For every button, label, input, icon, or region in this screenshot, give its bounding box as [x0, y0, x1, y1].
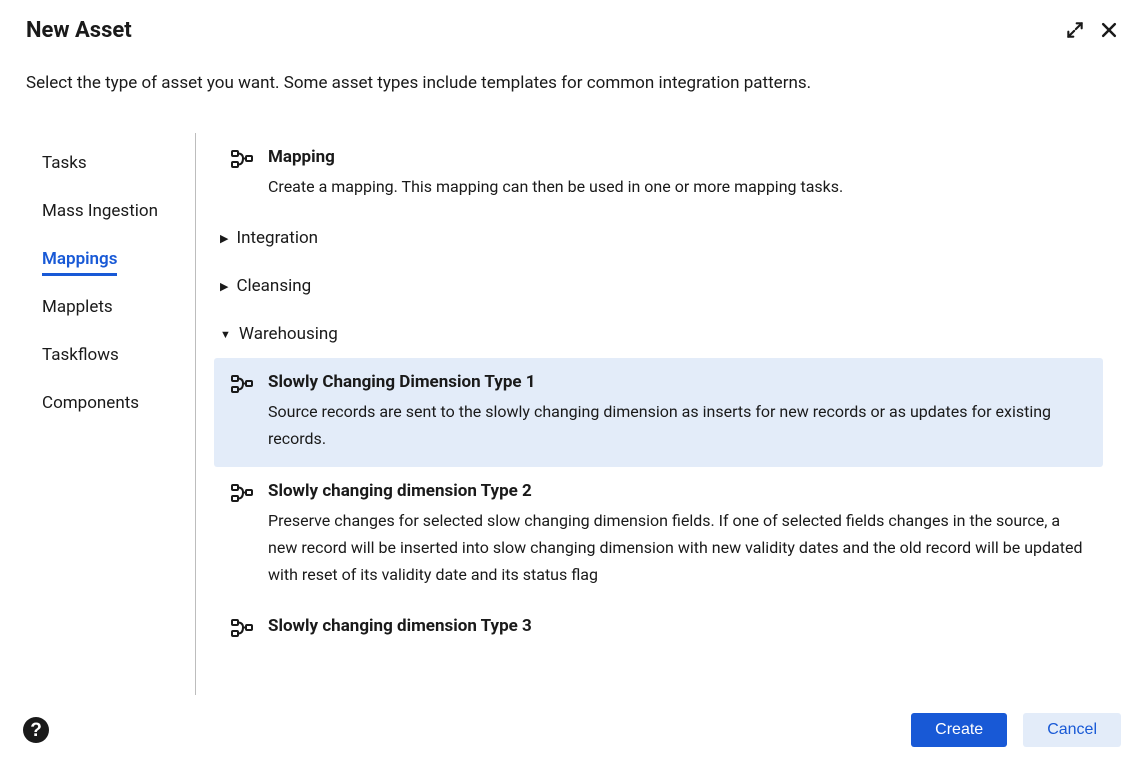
section-label: Warehousing — [239, 324, 338, 344]
asset-item-text: Slowly changing dimension Type 2 Preserv… — [268, 481, 1087, 589]
dialog-header: New Asset — [0, 0, 1143, 43]
mapping-icon — [230, 149, 254, 173]
asset-item-title: Slowly changing dimension Type 2 — [268, 481, 1087, 501]
new-asset-dialog: New Asset Select the type of asset you w… — [0, 0, 1143, 765]
svg-text:?: ? — [30, 720, 42, 741]
section-label: Integration — [236, 228, 318, 248]
footer-buttons: Create Cancel — [911, 713, 1121, 747]
sidebar-item-components[interactable]: Components — [26, 379, 185, 427]
asset-item-scd-type-1[interactable]: Slowly Changing Dimension Type 1 Source … — [214, 358, 1103, 466]
content-panel[interactable]: Mapping Create a mapping. This mapping c… — [196, 133, 1143, 643]
warehousing-content: Slowly Changing Dimension Type 1 Source … — [214, 358, 1103, 643]
asset-item-title: Slowly changing dimension Type 3 — [268, 616, 1087, 636]
mapping-icon — [230, 483, 254, 507]
dialog-footer: ? Create Cancel — [0, 695, 1143, 765]
sidebar-item-taskflows[interactable]: Taskflows — [26, 331, 185, 379]
mapping-icon — [230, 374, 254, 398]
sidebar-item-label: Components — [42, 393, 139, 413]
expand-icon[interactable] — [1063, 18, 1087, 42]
asset-item-title: Mapping — [268, 147, 1087, 167]
section-integration[interactable]: ▶ Integration — [214, 214, 1103, 262]
sidebar-item-label: Taskflows — [42, 345, 119, 365]
asset-item-mapping[interactable]: Mapping Create a mapping. This mapping c… — [214, 133, 1103, 214]
section-warehousing[interactable]: ▼ Warehousing — [214, 310, 1103, 358]
section-cleansing[interactable]: ▶ Cleansing — [214, 262, 1103, 310]
sidebar-item-label: Mapplets — [42, 297, 113, 317]
header-actions — [1063, 18, 1121, 42]
asset-item-desc: Preserve changes for selected slow chang… — [268, 507, 1087, 589]
sidebar-item-mapplets[interactable]: Mapplets — [26, 283, 185, 331]
close-icon[interactable] — [1097, 18, 1121, 42]
dialog-subtitle: Select the type of asset you want. Some … — [0, 43, 1143, 93]
mapping-icon — [230, 618, 254, 642]
chevron-down-icon: ▼ — [220, 328, 231, 341]
asset-item-title: Slowly Changing Dimension Type 1 — [268, 372, 1087, 392]
dialog-body: Tasks Mass Ingestion Mappings Mapplets T… — [0, 93, 1143, 765]
asset-item-text: Slowly Changing Dimension Type 1 Source … — [268, 372, 1087, 452]
cancel-button[interactable]: Cancel — [1023, 713, 1121, 747]
asset-item-scd-type-2[interactable]: Slowly changing dimension Type 2 Preserv… — [214, 467, 1103, 603]
asset-item-scd-type-3[interactable]: Slowly changing dimension Type 3 Manage … — [214, 602, 1103, 643]
sidebar: Tasks Mass Ingestion Mappings Mapplets T… — [26, 133, 196, 765]
sidebar-item-label: Tasks — [42, 153, 87, 173]
sidebar-item-label: Mappings — [42, 249, 117, 276]
asset-item-desc: Manage both current and historical value… — [268, 642, 1087, 643]
asset-item-desc: Source records are sent to the slowly ch… — [268, 398, 1087, 452]
section-label: Cleansing — [236, 276, 311, 296]
chevron-right-icon: ▶ — [220, 232, 228, 245]
asset-item-desc: Create a mapping. This mapping can then … — [268, 173, 1087, 200]
create-button[interactable]: Create — [911, 713, 1007, 747]
sidebar-item-label: Mass Ingestion — [42, 201, 158, 221]
sidebar-item-mappings[interactable]: Mappings — [26, 235, 185, 283]
asset-item-text: Mapping Create a mapping. This mapping c… — [268, 147, 1087, 200]
dialog-title: New Asset — [26, 18, 132, 43]
help-icon[interactable]: ? — [22, 716, 50, 744]
chevron-right-icon: ▶ — [220, 280, 228, 293]
asset-item-text: Slowly changing dimension Type 3 Manage … — [268, 616, 1087, 643]
sidebar-item-tasks[interactable]: Tasks — [26, 139, 185, 187]
sidebar-item-mass-ingestion[interactable]: Mass Ingestion — [26, 187, 185, 235]
